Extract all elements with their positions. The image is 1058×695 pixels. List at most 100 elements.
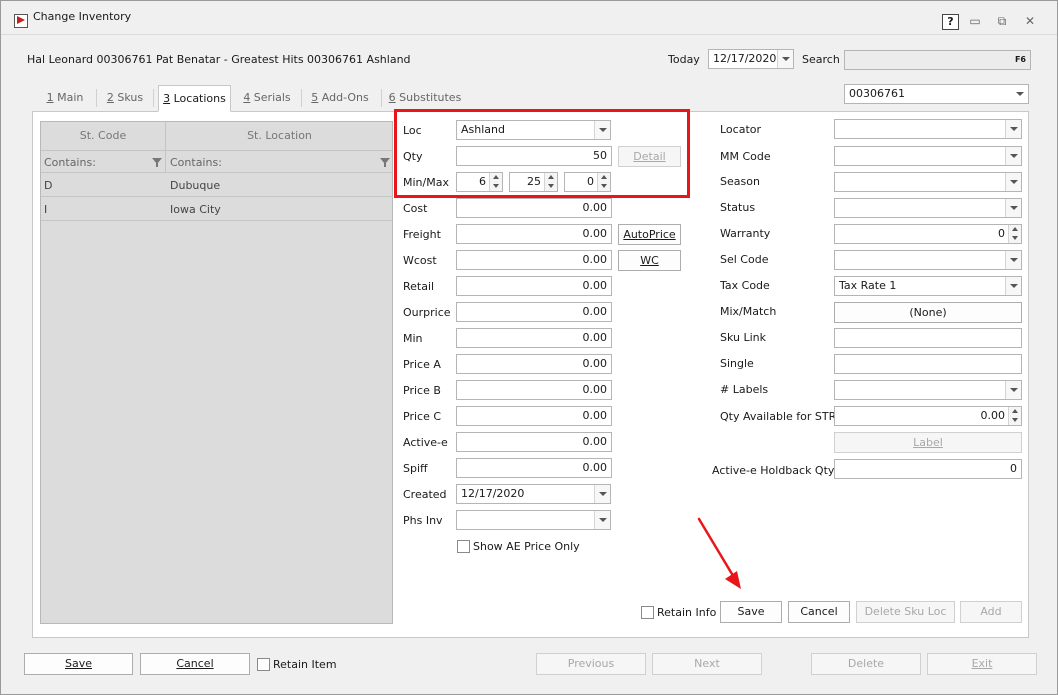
sel-code-select[interactable] (834, 250, 1022, 270)
item-description: Hal Leonard 00306761 Pat Benatar - Great… (27, 53, 411, 66)
spiff-label: Spiff (403, 462, 428, 475)
tab-substitutes[interactable]: 6 Substitutes (387, 85, 463, 111)
price-a-label: Price A (403, 358, 441, 371)
wcost-field[interactable]: 0.00 (456, 250, 612, 270)
tab-separator (381, 89, 382, 107)
tax-code-select[interactable]: Tax Rate 1 (834, 276, 1022, 296)
spiff-field[interactable]: 0.00 (456, 458, 612, 478)
tab-serials[interactable]: 4 Serials (241, 85, 293, 111)
locator-select[interactable] (834, 119, 1022, 139)
chevron-down-icon[interactable] (1005, 120, 1021, 138)
warranty-stepper[interactable]: 0 (834, 224, 1022, 244)
tab-add-ons[interactable]: 5 Add-Ons (306, 85, 374, 111)
sku-select[interactable]: 00306761 (844, 84, 1029, 104)
retain-item-checkbox[interactable] (257, 658, 270, 671)
chevron-down-icon[interactable] (1005, 381, 1021, 399)
chevron-down-icon[interactable] (1005, 199, 1021, 217)
single-field[interactable] (834, 354, 1022, 374)
row-code: D (44, 179, 53, 192)
price-b-field[interactable]: 0.00 (456, 380, 612, 400)
filter-funnel-icon[interactable] (380, 158, 390, 167)
tab-main[interactable]: 1 Main (40, 85, 90, 111)
add-button[interactable]: Add (960, 601, 1022, 623)
chevron-down-icon[interactable] (1005, 277, 1021, 295)
created-date-value: 12/17/2020 (461, 487, 525, 500)
tab-skus[interactable]: 2 Skus (101, 85, 149, 111)
min-stepper[interactable]: 6 (456, 172, 503, 192)
column-header-location[interactable]: St. Location (167, 122, 392, 150)
detail-button[interactable]: Detail (618, 146, 681, 167)
holdback-qty-field[interactable]: 0 (834, 459, 1022, 479)
label-button[interactable]: Label (834, 432, 1022, 453)
qty-field[interactable]: 50 (456, 146, 612, 166)
table-row[interactable]: I Iowa City (41, 198, 392, 221)
search-key-hint: F6 (1014, 55, 1026, 64)
tab-locations[interactable]: 3 Locations (158, 85, 231, 112)
today-date-picker[interactable]: 12/17/2020 (708, 49, 794, 69)
cost-field[interactable]: 0.00 (456, 198, 612, 218)
chevron-down-icon[interactable] (594, 511, 610, 529)
filter-location[interactable]: Contains: (167, 151, 222, 174)
created-date-picker[interactable]: 12/17/2020 (456, 484, 611, 504)
autoprice-button[interactable]: AutoPrice (618, 224, 681, 245)
qty-available-str-stepper[interactable]: 0.00 (834, 406, 1022, 426)
search-input[interactable]: F6 (844, 50, 1031, 70)
qty-available-str-label: Qty Available for STR (720, 410, 837, 423)
spin-arrows-icon[interactable] (597, 173, 610, 191)
status-select[interactable] (834, 198, 1022, 218)
season-select[interactable] (834, 172, 1022, 192)
loc-select[interactable]: Ashland (456, 120, 611, 140)
chevron-down-icon[interactable] (594, 121, 610, 139)
chevron-down-icon[interactable] (1005, 173, 1021, 191)
tab-separator (301, 89, 302, 107)
min-price-field[interactable]: 0.00 (456, 328, 612, 348)
delete-button[interactable]: Delete (811, 653, 921, 675)
panel-save-button[interactable]: Save (720, 601, 782, 623)
chevron-down-icon[interactable] (1012, 85, 1028, 103)
show-ae-price-checkbox[interactable] (457, 540, 470, 553)
spin-arrows-icon[interactable] (544, 173, 557, 191)
save-button[interactable]: Save (24, 653, 133, 675)
ourprice-field[interactable]: 0.00 (456, 302, 612, 322)
column-header-code[interactable]: St. Code (41, 122, 166, 150)
chevron-down-icon[interactable] (777, 50, 793, 68)
table-row[interactable]: D Dubuque (41, 174, 392, 197)
loc-value: Ashland (461, 123, 505, 136)
freight-field[interactable]: 0.00 (456, 224, 612, 244)
phs-inv-date-picker[interactable] (456, 510, 611, 530)
panel-cancel-button[interactable]: Cancel (788, 601, 850, 623)
exit-button[interactable]: Exit (927, 653, 1037, 675)
price-c-field[interactable]: 0.00 (456, 406, 612, 426)
retain-info-checkbox[interactable] (641, 606, 654, 619)
spin-arrows-icon[interactable] (1008, 407, 1021, 425)
minimize-icon[interactable]: ▭ (967, 13, 983, 29)
close-icon[interactable]: ✕ (1022, 13, 1038, 29)
chevron-down-icon[interactable] (1005, 147, 1021, 165)
price-a-field[interactable]: 0.00 (456, 354, 612, 374)
next-button[interactable]: Next (652, 653, 762, 675)
filter-code[interactable]: Contains: (41, 151, 166, 173)
chevron-down-icon[interactable] (594, 485, 610, 503)
sku-link-field[interactable] (834, 328, 1022, 348)
restore-icon[interactable]: ⧉ (994, 13, 1010, 29)
help-button[interactable]: ? (942, 14, 959, 30)
filter-funnel-icon[interactable] (152, 158, 162, 167)
previous-button[interactable]: Previous (536, 653, 646, 675)
locator-label: Locator (720, 123, 762, 136)
retail-field[interactable]: 0.00 (456, 276, 612, 296)
spin-arrows-icon[interactable] (1008, 225, 1021, 243)
delete-sku-loc-button[interactable]: Delete Sku Loc (856, 601, 955, 623)
loc-label: Loc (403, 124, 422, 137)
mix-match-button[interactable]: (None) (834, 302, 1022, 323)
cancel-button[interactable]: Cancel (140, 653, 250, 675)
minmax-label: Min/Max (403, 176, 449, 189)
max-stepper[interactable]: 25 (509, 172, 558, 192)
chevron-down-icon[interactable] (1005, 251, 1021, 269)
mm-code-select[interactable] (834, 146, 1022, 166)
active-e-field[interactable]: 0.00 (456, 432, 612, 452)
spin-arrows-icon[interactable] (489, 173, 502, 191)
reorder-stepper[interactable]: 0 (564, 172, 611, 192)
wc-button[interactable]: WC (618, 250, 681, 271)
max-value: 25 (527, 175, 541, 188)
labels-count-select[interactable] (834, 380, 1022, 400)
